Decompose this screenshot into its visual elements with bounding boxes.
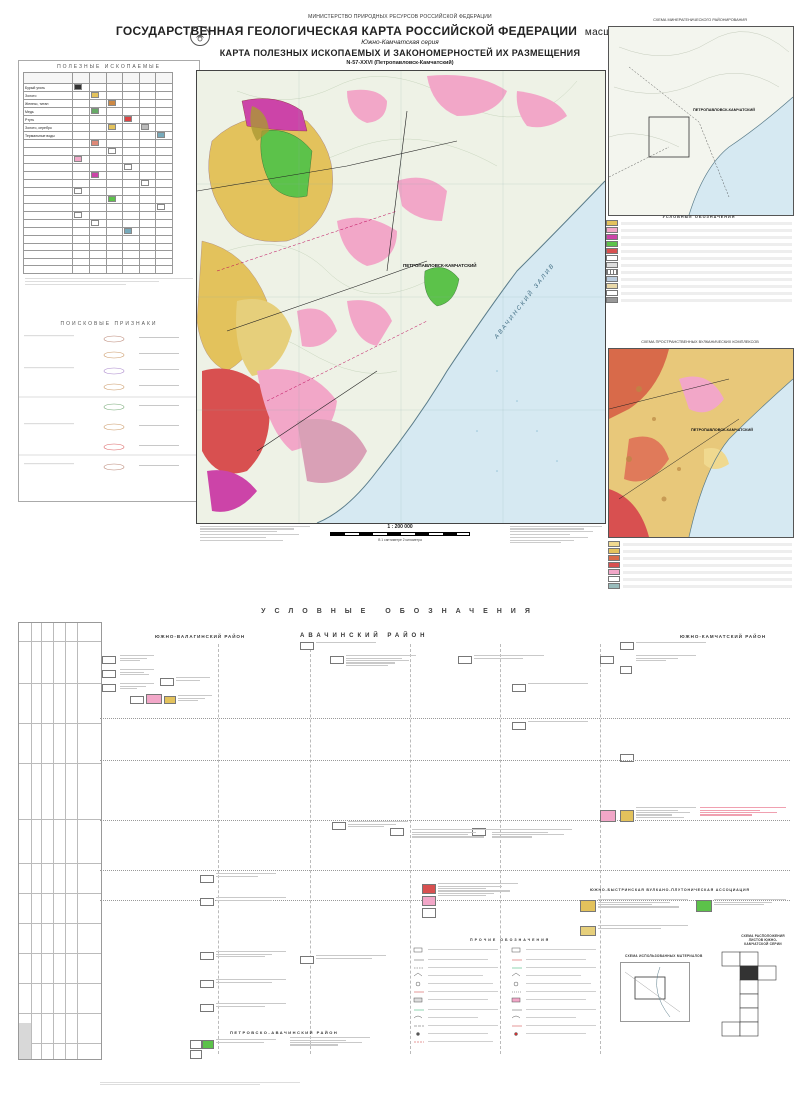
lower-legend-panel: ЮЖНО-ВАЛАГИНСКИЙ РАЙОН АВАЧИНСКИЙ РАЙОН …	[100, 630, 792, 1070]
search-signs-legend	[19, 335, 199, 471]
legend-row-label: Медь	[22, 107, 74, 116]
map-title-text: ГОСУДАРСТВЕННАЯ ГЕОЛОГИЧЕСКАЯ КАРТА РОСС…	[115, 24, 578, 38]
legend-row-label: Золото, серебро	[22, 123, 74, 132]
authors-block	[200, 524, 310, 542]
scale-ratio: 1 : 200 000	[387, 524, 413, 530]
top-inset-title: СХЕМА МИНЕРАГЕНИЧЕСКОГО РАЙОНИРОВАНИЯ	[653, 18, 747, 22]
region-subheader: ПЕТРОВСКО-АВАЧИНСКИЙ РАЙОН	[230, 1030, 339, 1035]
legend-row-label: Золото	[22, 91, 74, 100]
legend-row-label: Железо, титан	[22, 99, 74, 108]
mid-inset-city: ПЕТРОПАВЛОВСК-КАМЧАТСКИЙ	[691, 428, 753, 432]
scale-note: В 1 сантиметре 2 километра	[378, 538, 422, 542]
mineral-legend-table: Бурый уголь Золото Железо, титан Медь Рт…	[22, 72, 173, 274]
legend-row-label: Термальные воды	[22, 131, 74, 140]
region-header: ЮЖНО-ВАЛАГИНСКИЙ РАЙОН	[155, 634, 246, 639]
volcanic-legend	[608, 540, 792, 602]
mid-inset-svg: ПЕТРОПАВЛОВСК-КАМЧАТСКИЙ	[609, 349, 793, 537]
main-geological-map[interactable]: ПЕТРОПАВЛОВСК-КАМЧАТСКИЙ АВАЧИНСКИЙ ЗАЛИ…	[196, 70, 606, 524]
stratigraphic-column	[18, 622, 102, 1060]
top-inset-city: ПЕТРОПАВЛОВСК-КАМЧАТСКИЙ	[693, 108, 755, 112]
right-legend-panel: УСЛОВНЫЕ ОБОЗНАЧЕНИЯ	[606, 215, 792, 335]
right-legend-title: УСЛОВНЫЕ ОБОЗНАЧЕНИЯ	[662, 215, 736, 219]
strat-shaded-cell	[19, 1023, 31, 1059]
top-inset-svg: ПЕТРОПАВЛОВСК-КАМЧАТСКИЙ	[609, 27, 793, 215]
scale-bar: 1 : 200 000 В 1 сантиметре 2 километра	[330, 524, 470, 542]
lower-legend-title: УСЛОВНЫЕ ОБОЗНАЧЕНИЯ	[261, 608, 539, 615]
materials-scheme	[620, 962, 690, 1022]
association-header: ЮЖНО-БЫСТРИНСКАЯ ВУЛКАНО-ПЛУТОНИЧЕСКАЯ А…	[590, 888, 750, 892]
other-symbols-legend	[413, 947, 596, 1043]
materials-scheme-title: СХЕМА ИСПОЛЬЗОВАННЫХ МАТЕРИАЛОВ	[625, 954, 703, 958]
sheet-layout-title: СХЕМА РАСПОЛОЖЕНИЯ ЛИСТОВ ЮЖНО-КАМЧАТСКО…	[741, 934, 785, 946]
sheet-layout-scheme	[721, 951, 777, 1037]
city-label: ПЕТРОПАВЛОВСК-КАМЧАТСКИЙ	[403, 261, 476, 268]
scale-graphic	[330, 532, 470, 536]
legend-row-label: Ртуть	[22, 115, 74, 124]
legend-row-label: Бурый уголь	[22, 83, 74, 92]
main-map-svg: ПЕТРОПАВЛОВСК-КАМЧАТСКИЙ АВАЧИНСКИЙ ЗАЛИ…	[197, 71, 605, 523]
other-symbols-title: ПРОЧИЕ ОБОЗНАЧЕНИЯ	[470, 938, 551, 942]
mineral-legend-title: ПОЛЕЗНЫЕ ИСКОПАЕМЫЕ	[57, 64, 161, 70]
mineral-legend-panel: ПОЛЕЗНЫЕ ИСКОПАЕМЫЕ Бурый уголь Золото Ж…	[18, 60, 200, 502]
footer-notes	[100, 1080, 790, 1087]
publisher-block	[510, 524, 602, 545]
region-header: ЮЖНО-КАМЧАТСКИЙ РАЙОН	[680, 634, 767, 639]
mineral-legend-notes	[25, 277, 193, 286]
mid-inset-title: СХЕМА ПРОСТРАНСТВЕННЫХ ВУЛКАНИЧЕСКИХ КОМ…	[641, 340, 759, 344]
region-header: АВАЧИНСКИЙ РАЙОН	[300, 633, 429, 639]
sheet-number: N-57-XXVI (Петропавловск-Камчатский)	[346, 60, 454, 66]
top-inset-map[interactable]: ПЕТРОПАВЛОВСК-КАМЧАТСКИЙ	[608, 26, 794, 216]
mid-inset-map[interactable]: ПЕТРОПАВЛОВСК-КАМЧАТСКИЙ	[608, 348, 794, 538]
